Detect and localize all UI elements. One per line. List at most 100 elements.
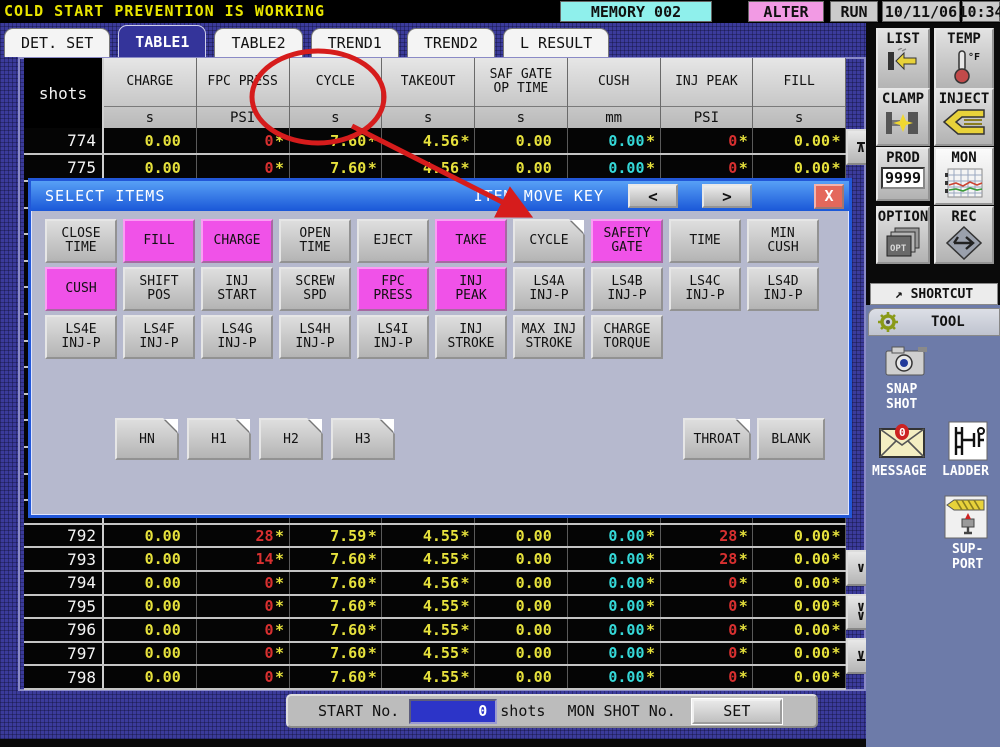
value-cell: 0* [197,619,290,641]
ladder-button[interactable] [948,421,988,461]
value-cell: 4.56* [382,572,475,594]
item-button-inj-start[interactable]: INJ START [201,267,273,311]
item-button-ls4i-inj-p[interactable]: LS4I INJ-P [357,315,429,359]
tab-table2[interactable]: TABLE2 [214,28,302,57]
value-cell: 4.55* [382,596,475,618]
value-cell: 7.60* [290,596,383,618]
page-button-blank[interactable]: BLANK [757,418,825,460]
item-button-charge-torque[interactable]: CHARGE TORQUE [591,315,663,359]
item-button-screw-spd[interactable]: SCREW SPD [279,267,351,311]
value-cell: 7.60* [290,128,383,153]
support-label: SUP- PORT [952,543,983,573]
start-no-input[interactable]: 0 [409,699,497,724]
item-button-ls4d-inj-p[interactable]: LS4D INJ-P [747,267,819,311]
nav-button-prod[interactable]: PROD 9999 [876,147,930,201]
item-button-cush[interactable]: CUSH [45,267,117,311]
message-button[interactable]: 0 [878,423,926,459]
value-cell: 0.00 [475,548,568,570]
column-unit: PSI [661,106,753,128]
tab-det-set[interactable]: DET. SET [4,28,110,57]
item-button-min-cush[interactable]: MIN CUSH [747,219,819,263]
item-button-max-inj-stroke[interactable]: MAX INJ STROKE [513,315,585,359]
tool-label: TOOL [931,314,965,330]
shortcut-bar[interactable]: ↗ SHORTCUT [870,283,998,305]
tool-bar[interactable]: TOOL [868,308,1000,336]
page-button-throat[interactable]: THROAT [683,418,751,460]
column-unit: s [104,106,196,128]
column-unit: mm [568,106,660,128]
page-button-h3[interactable]: H3 [331,418,395,460]
page-button-hn[interactable]: HN [115,418,179,460]
status-bar: COLD START PREVENTION IS WORKING MEMORY … [0,0,1000,23]
item-button-fill[interactable]: FILL [123,219,195,263]
item-row-3: LS4E INJ-PLS4F INJ-PLS4G INJ-PLS4H INJ-P… [45,315,663,359]
item-button-eject[interactable]: EJECT [357,219,429,263]
item-button-safety-gate[interactable]: SAFETY GATE [591,219,663,263]
nav-button-list[interactable]: LIST [876,28,930,92]
item-button-ls4h-inj-p[interactable]: LS4H INJ-P [279,315,351,359]
set-button[interactable]: SET [692,699,782,724]
column-header-fpc-press[interactable]: FPC PRESSPSI [197,58,290,128]
item-button-open-time[interactable]: OPEN TIME [279,219,351,263]
item-button-ls4f-inj-p[interactable]: LS4F INJ-P [123,315,195,359]
value-cell: 0.00 [104,666,197,688]
select-items-dialog: SELECT ITEMS ITEM MOVE KEY < > X CLOSE T… [28,178,852,518]
tab-table1[interactable]: TABLE1 [118,25,206,57]
move-item-left-button[interactable]: < [628,184,678,208]
item-button-take[interactable]: TAKE [435,219,507,263]
page-button-h1[interactable]: H1 [187,418,251,460]
value-cell: 0* [661,666,754,688]
item-button-ls4a-inj-p[interactable]: LS4A INJ-P [513,267,585,311]
item-button-charge[interactable]: CHARGE [201,219,273,263]
nav-label-option: OPTION [878,210,929,225]
item-button-time[interactable]: TIME [669,219,741,263]
value-cell: 0* [197,128,290,153]
value-cell: 0.00* [753,548,846,570]
value-cell: 0.00* [568,666,661,688]
value-cell: 4.55* [382,666,475,688]
column-header-cush[interactable]: CUSHmm [568,58,661,128]
nav-button-temp[interactable]: TEMP °F [934,28,994,92]
tab-trend2[interactable]: TREND2 [407,28,495,57]
nav-label-list: LIST [886,32,920,47]
column-header-inj-peak[interactable]: INJ PEAKPSI [661,58,754,128]
column-header-saf-gate-op-time[interactable]: SAF GATE OP TIMEs [475,58,568,128]
snapshot-button[interactable] [884,343,930,379]
item-button-ls4b-inj-p[interactable]: LS4B INJ-P [591,267,663,311]
tab-l-result[interactable]: L RESULT [503,28,609,57]
nav-button-clamp[interactable]: CLAMP [876,88,930,146]
item-button-ls4g-inj-p[interactable]: LS4G INJ-P [201,315,273,359]
page-button-h2[interactable]: H2 [259,418,323,460]
column-header-takeout[interactable]: TAKEOUTs [382,58,475,128]
nav-label-inject: INJECT [939,92,990,107]
nav-button-rec[interactable]: REC [934,206,994,264]
item-button-ls4e-inj-p[interactable]: LS4E INJ-P [45,315,117,359]
close-icon[interactable]: X [814,184,844,209]
value-cell: 0* [661,643,754,665]
nav-button-option[interactable]: OPTION OPT [876,206,930,264]
ladder-label: LADDER [942,465,989,480]
value-cell: 0* [661,619,754,641]
nav-label-rec: REC [951,210,976,225]
column-header-fill[interactable]: FILLs [753,58,846,128]
nav-button-inject[interactable]: INJECT [934,88,994,146]
column-header-charge[interactable]: CHARGEs [104,58,197,128]
item-button-cycle[interactable]: CYCLE [513,219,585,263]
tab-trend1[interactable]: TREND1 [311,28,399,57]
nav-button-mon[interactable]: MON [934,147,994,205]
value-cell: 7.60* [290,643,383,665]
item-button-fpc-press[interactable]: FPC PRESS [357,267,429,311]
value-cell: 0.00 [475,643,568,665]
move-item-right-button[interactable]: > [702,184,752,208]
column-header-cycle[interactable]: CYCLEs [290,58,383,128]
item-button-shift-pos[interactable]: SHIFT POS [123,267,195,311]
item-button-inj-peak[interactable]: INJ PEAK [435,267,507,311]
value-cell: 0.00* [753,619,846,641]
dialog-title-bar[interactable]: SELECT ITEMS ITEM MOVE KEY < > X [31,181,849,211]
item-button-close-time[interactable]: CLOSE TIME [45,219,117,263]
camera-icon [884,343,930,379]
support-button[interactable] [944,495,988,539]
nav-label-mon: MON [951,151,976,166]
item-button-ls4c-inj-p[interactable]: LS4C INJ-P [669,267,741,311]
item-button-inj-stroke[interactable]: INJ STROKE [435,315,507,359]
